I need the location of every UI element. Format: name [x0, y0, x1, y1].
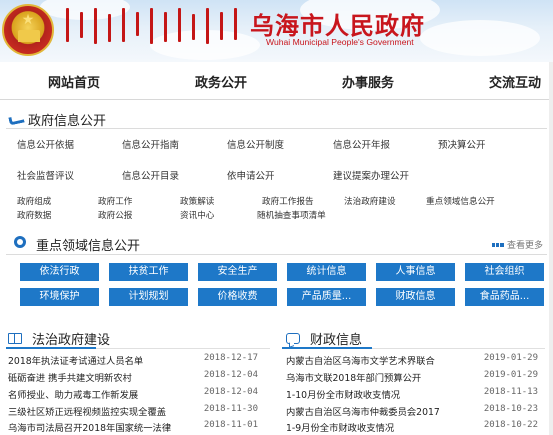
- news-title[interactable]: 2018年执法证考试通过人员名单: [8, 353, 143, 367]
- news-row[interactable]: 1-10月份全市财政收支情况 2018-11-13: [286, 387, 538, 403]
- site-header: ★ 乌海市人民政府 Wuhai Municipal People's Gover…: [0, 0, 553, 62]
- info-sublink[interactable]: 政府工作报告: [262, 195, 314, 207]
- news-row[interactable]: 乌海市文联2018年部门预算公开 2019-01-29: [286, 370, 538, 386]
- page: ★ 乌海市人民政府 Wuhai Municipal People's Gover…: [0, 0, 553, 435]
- news-date: 2019-01-29: [483, 370, 538, 380]
- main-nav: 网站首页 政务公开 办事服务 交流互动: [0, 62, 553, 100]
- info-sublink[interactable]: 政府组成: [17, 195, 51, 207]
- pen-icon: [8, 115, 22, 125]
- info-link[interactable]: 预决算公开: [438, 137, 486, 151]
- key-area-button[interactable]: 价格收费: [198, 288, 277, 306]
- info-sublink[interactable]: 政府公报: [98, 209, 132, 221]
- news-date: 2018-10-22: [483, 420, 538, 430]
- news-title[interactable]: 1-10月份全市财政收支情况: [286, 387, 400, 401]
- key-area-button[interactable]: 食品药品...: [465, 288, 544, 306]
- news-title[interactable]: 名师授业、助力戒毒工作新发展: [8, 387, 138, 401]
- key-area-button[interactable]: 依法行政: [20, 263, 99, 281]
- law-column-title[interactable]: 法治政府建设: [32, 329, 110, 348]
- news-row[interactable]: 内蒙古自治区乌海市仲裁委员会2017 2018-10-23: [286, 404, 538, 420]
- nav-item-services[interactable]: 办事服务: [342, 72, 394, 91]
- news-title[interactable]: 三级社区矫正远程视频监控实现全覆盖: [8, 404, 166, 418]
- news-row[interactable]: 三级社区矫正远程视频监控实现全覆盖 2018-11-30: [8, 404, 258, 420]
- news-title[interactable]: 内蒙古自治区乌海市仲裁委员会2017: [286, 404, 440, 418]
- key-areas-title: 重点领域信息公开: [36, 239, 141, 254]
- target-icon: [14, 236, 26, 248]
- finance-column-header: 财政信息: [286, 327, 362, 349]
- info-public-header: 政府信息公开: [8, 110, 106, 129]
- key-area-button[interactable]: 环境保护: [20, 288, 99, 306]
- info-sublink[interactable]: 政府工作: [98, 195, 132, 207]
- site-title[interactable]: 乌海市人民政府: [250, 6, 425, 41]
- divider: [6, 128, 547, 129]
- nav-item-home[interactable]: 网站首页: [48, 72, 100, 91]
- info-link[interactable]: 信息公开年报: [333, 137, 390, 151]
- info-link[interactable]: 信息公开制度: [227, 137, 284, 151]
- news-date: 2018-12-04: [203, 370, 258, 380]
- site-subtitle: Wuhai Municipal People's Government: [266, 37, 414, 47]
- info-link[interactable]: 建议提案办理公开: [333, 168, 409, 182]
- news-title[interactable]: 乌海市文联2018年部门预算公开: [286, 370, 421, 384]
- info-link[interactable]: 依申请公开: [227, 168, 275, 182]
- divider: [6, 254, 547, 255]
- chat-icon: [286, 332, 300, 344]
- news-date: 2018-11-01: [203, 420, 258, 430]
- key-area-button[interactable]: 社会组织: [465, 263, 544, 281]
- info-link[interactable]: 社会监督评议: [17, 168, 74, 182]
- news-row[interactable]: 2018年执法证考试通过人员名单 2018-12-17: [8, 353, 258, 369]
- news-row[interactable]: 名师授业、助力戒毒工作新发展 2018-12-04: [8, 387, 258, 403]
- news-row[interactable]: 砥砺奋进 携手共建文明新农村 2018-12-04: [8, 370, 258, 386]
- info-link[interactable]: 信息公开目录: [122, 168, 179, 182]
- news-date: 2018-10-23: [483, 404, 538, 414]
- news-row[interactable]: 1-9月份全市财政收支情况 2018-10-22: [286, 420, 538, 435]
- finance-column-title[interactable]: 财政信息: [310, 329, 362, 348]
- key-area-button[interactable]: 财政信息: [376, 288, 455, 306]
- info-sublink[interactable]: 随机抽查事项清单: [257, 209, 326, 221]
- news-title[interactable]: 乌海市司法局召开2018年国家统一法律: [8, 420, 171, 434]
- page-scrollbar[interactable]: [549, 62, 553, 435]
- info-link[interactable]: 信息公开指南: [122, 137, 179, 151]
- news-row[interactable]: 乌海市司法局召开2018年国家统一法律 2018-11-01: [8, 420, 258, 435]
- mongolian-script-title: [62, 8, 240, 46]
- view-more-label: 查看更多: [506, 241, 543, 251]
- news-date: 2018-12-17: [203, 353, 258, 363]
- nav-item-interaction[interactable]: 交流互动: [489, 72, 541, 91]
- news-row[interactable]: 内蒙古自治区乌海市文学艺术界联合 2019-01-29: [286, 353, 538, 369]
- key-area-button[interactable]: 安全生产: [198, 263, 277, 281]
- more-icon: [491, 242, 504, 247]
- news-title[interactable]: 内蒙古自治区乌海市文学艺术界联合: [286, 353, 435, 367]
- national-emblem-icon[interactable]: ★: [2, 4, 54, 56]
- key-area-button[interactable]: 计划规划: [109, 288, 188, 306]
- info-sublink[interactable]: 重点领域信息公开: [426, 195, 495, 207]
- info-sublink[interactable]: 资讯中心: [180, 209, 214, 221]
- title-underline: [6, 347, 96, 349]
- key-area-button[interactable]: 统计信息: [287, 263, 366, 281]
- key-area-button[interactable]: 产品质量...: [287, 288, 366, 306]
- title-underline: [282, 347, 372, 349]
- view-more-link[interactable]: 查看更多: [491, 238, 543, 251]
- info-sublink[interactable]: 政策解读: [180, 195, 214, 207]
- info-public-title: 政府信息公开: [28, 114, 107, 129]
- nav-item-gov-affairs[interactable]: 政务公开: [195, 72, 247, 91]
- news-title[interactable]: 1-9月份全市财政收支情况: [286, 420, 394, 434]
- news-date: 2019-01-29: [483, 353, 538, 363]
- info-sublink[interactable]: 法治政府建设: [344, 195, 396, 207]
- info-sublink[interactable]: 政府数据: [17, 209, 51, 221]
- news-date: 2018-11-30: [203, 404, 258, 414]
- news-title[interactable]: 砥砺奋进 携手共建文明新农村: [8, 370, 132, 384]
- news-date: 2018-12-04: [203, 387, 258, 397]
- key-area-button[interactable]: 人事信息: [376, 263, 455, 281]
- law-column-header: 法治政府建设: [8, 327, 110, 349]
- key-areas-header: 重点领域信息公开 查看更多: [0, 233, 553, 254]
- info-link[interactable]: 信息公开依据: [17, 137, 74, 151]
- book-icon: [8, 332, 22, 344]
- news-date: 2018-11-13: [483, 387, 538, 397]
- key-area-button[interactable]: 扶贫工作: [109, 263, 188, 281]
